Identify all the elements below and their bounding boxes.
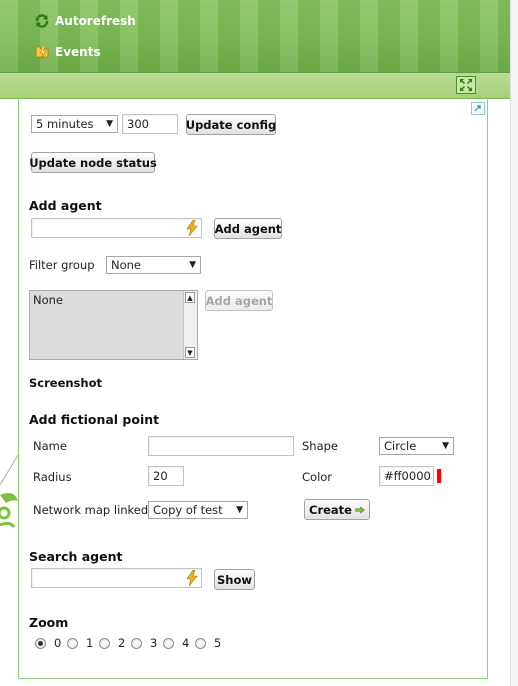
zoom-title: Zoom xyxy=(29,615,69,630)
events-icon xyxy=(34,44,50,60)
popout-icon[interactable] xyxy=(471,102,485,115)
zoom-radio-0[interactable] xyxy=(35,638,46,649)
create-button[interactable]: Create xyxy=(304,499,370,520)
filter-group-select[interactable]: None ▼ xyxy=(106,256,201,274)
zoom-label-2: 2 xyxy=(118,636,126,650)
name-input[interactable] xyxy=(148,436,294,456)
page-scrollbar[interactable] xyxy=(510,0,518,686)
radius-input[interactable]: 20 xyxy=(148,466,184,486)
zoom-radio-3[interactable] xyxy=(131,638,142,649)
show-button[interactable]: Show xyxy=(214,569,255,590)
scroll-up-icon[interactable]: ▲ xyxy=(185,292,195,303)
arrow-right-icon xyxy=(355,505,365,514)
network-map-decoration-icon xyxy=(0,455,19,528)
autocomplete-bolt-icon xyxy=(186,220,198,236)
name-label: Name xyxy=(33,439,67,453)
zoom-label-1: 1 xyxy=(86,636,94,650)
agent-listbox[interactable]: None ▲ ▼ xyxy=(29,290,198,360)
dropdown-arrow-icon: ▼ xyxy=(189,260,196,270)
refresh-interval-select[interactable]: 5 minutes ▼ xyxy=(31,115,118,133)
screenshot-title: Screenshot xyxy=(29,376,102,390)
color-input[interactable]: #ff0000 xyxy=(379,466,434,486)
events-label: Events xyxy=(55,45,101,59)
zoom-radio-1[interactable] xyxy=(67,638,78,649)
dropdown-arrow-icon: ▼ xyxy=(106,119,113,129)
zoom-radio-2[interactable] xyxy=(99,638,110,649)
search-agent-input[interactable] xyxy=(31,568,202,588)
zoom-radio-4[interactable] xyxy=(163,638,174,649)
scroll-down-icon[interactable]: ▼ xyxy=(185,347,195,358)
color-swatch xyxy=(437,469,441,483)
refresh-seconds-input[interactable]: 300 xyxy=(122,114,178,134)
autorefresh-label: Autorefresh xyxy=(55,14,136,28)
zoom-radio-5[interactable] xyxy=(195,638,206,649)
update-config-button[interactable]: Update config xyxy=(186,114,276,135)
shape-value: Circle xyxy=(384,439,417,453)
events-menu-item[interactable]: Events xyxy=(34,43,101,61)
refresh-seconds-value: 300 xyxy=(127,117,149,131)
search-agent-title: Search agent xyxy=(29,549,123,564)
shape-label: Shape xyxy=(302,439,339,453)
shape-select[interactable]: Circle ▼ xyxy=(379,437,454,455)
filter-group-label: Filter group xyxy=(29,258,95,272)
refresh-interval-value: 5 minutes xyxy=(36,117,94,131)
update-node-status-button[interactable]: Update node status xyxy=(29,152,157,173)
autocomplete-bolt-icon xyxy=(186,570,198,586)
color-value: #ff0000 xyxy=(384,469,431,483)
zoom-label-3: 3 xyxy=(150,636,158,650)
add-agent-from-list-button[interactable]: Add agent xyxy=(205,290,273,311)
create-label: Create xyxy=(309,502,352,517)
color-label: Color xyxy=(302,470,333,484)
dropdown-arrow-icon: ▼ xyxy=(236,505,243,515)
add-fictional-point-title: Add fictional point xyxy=(29,412,160,427)
network-map-select[interactable]: Copy of test ▼ xyxy=(148,501,248,519)
radius-value: 20 xyxy=(153,469,168,483)
autorefresh-menu-item[interactable]: Autorefresh xyxy=(34,12,136,30)
filter-group-value: None xyxy=(111,258,142,272)
network-map-value: Copy of test xyxy=(153,503,223,517)
add-agent-title: Add agent xyxy=(29,198,102,213)
zoom-label-5: 5 xyxy=(214,636,222,650)
dropdown-arrow-icon: ▼ xyxy=(442,441,449,451)
add-agent-button[interactable]: Add agent xyxy=(214,218,282,239)
listbox-scrollbar[interactable]: ▲ ▼ xyxy=(183,291,197,359)
network-map-linked-label: Network map linked xyxy=(33,503,149,517)
toolbar xyxy=(0,73,510,99)
radius-label: Radius xyxy=(33,470,72,484)
top-menu: Autorefresh Events xyxy=(0,0,510,73)
zoom-label-4: 4 xyxy=(182,636,190,650)
add-agent-input[interactable] xyxy=(31,218,202,238)
listbox-option[interactable]: None xyxy=(33,293,63,307)
refresh-icon xyxy=(34,13,50,29)
fullscreen-icon[interactable] xyxy=(456,76,476,94)
zoom-label-0: 0 xyxy=(54,636,62,650)
